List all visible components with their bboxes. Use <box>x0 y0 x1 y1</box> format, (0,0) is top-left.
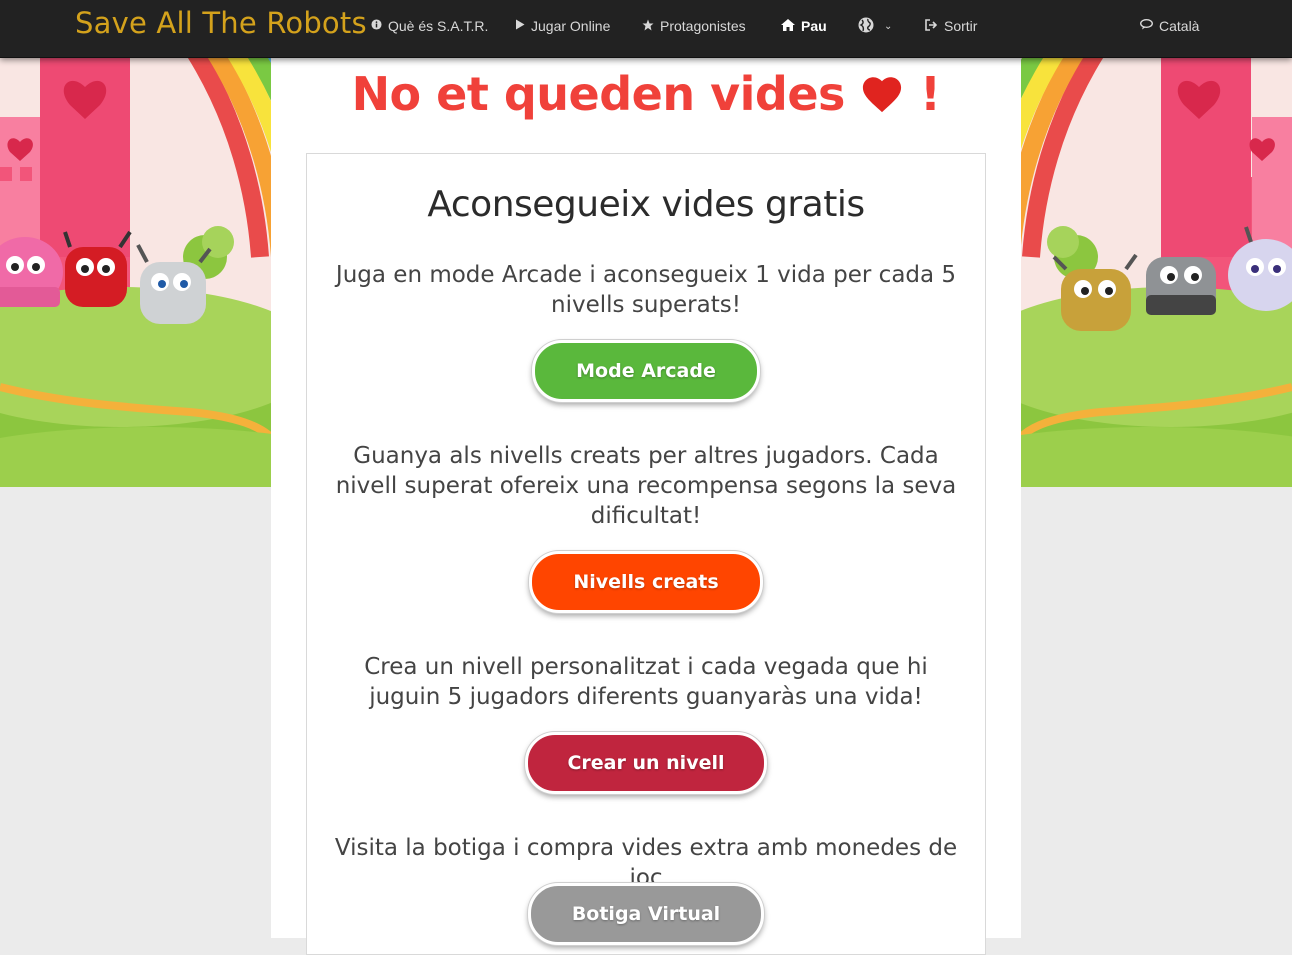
left-background-illustration <box>0 57 271 487</box>
panel-title: Aconsegueix vides gratis <box>427 184 865 225</box>
star-icon <box>642 19 654 34</box>
globe-icon <box>858 17 874 36</box>
play-icon <box>515 19 525 33</box>
page-title-suffix: ! <box>919 67 941 121</box>
nav-item-play-online[interactable]: Jugar Online <box>515 16 610 36</box>
right-background-illustration <box>1021 57 1292 487</box>
nav-item-about[interactable]: Què és S.A.T.R. <box>371 16 488 36</box>
created-levels-description: Guanya als nivells creats per altres jug… <box>335 443 957 529</box>
nav-item-label: Pau <box>801 18 827 34</box>
created-levels-button[interactable]: Nivells creats <box>529 551 763 613</box>
create-level-button[interactable]: Crear un nivell <box>525 732 767 794</box>
brand-logo-link[interactable]: Save All The Robots <box>75 6 367 40</box>
arcade-description: Juga en mode Arcade i aconsegueix 1 vida… <box>335 262 957 318</box>
nav-item-logout[interactable]: Sortir <box>925 16 977 36</box>
sign-out-icon <box>925 18 938 34</box>
nav-item-language-globe[interactable]: ⌄ <box>858 16 892 36</box>
nav-item-language[interactable]: Català <box>1139 16 1200 36</box>
arcade-mode-button[interactable]: Mode Arcade <box>532 340 760 402</box>
page-title: No et queden vides ! <box>271 67 1021 121</box>
nav-item-label: Protagonistes <box>660 18 746 34</box>
main-content: No et queden vides ! Aconsegueix vides g… <box>271 57 1021 955</box>
home-icon <box>781 18 795 34</box>
nav-item-label: Sortir <box>944 18 978 34</box>
top-navbar: Save All The Robots Què és S.A.T.R. Juga… <box>0 0 1292 58</box>
nav-item-label: Què és S.A.T.R. <box>388 18 489 34</box>
page-title-text: No et queden vides <box>351 67 846 121</box>
nav-item-user-home[interactable]: Pau <box>781 16 827 36</box>
chevron-down-icon: ⌄ <box>884 20 893 32</box>
heart-icon <box>860 67 920 121</box>
virtual-shop-button[interactable]: Botiga Virtual <box>528 883 764 945</box>
nav-item-label: Català <box>1159 18 1200 34</box>
nav-item-characters[interactable]: Protagonistes <box>642 16 746 36</box>
chat-icon <box>1139 19 1154 33</box>
create-level-description: Crea un nivell personalitzat i cada vega… <box>364 654 928 710</box>
info-icon <box>371 19 382 33</box>
nav-item-label: Jugar Online <box>531 18 611 34</box>
free-lives-panel: Aconsegueix vides gratis Juga en mode Ar… <box>306 153 986 955</box>
